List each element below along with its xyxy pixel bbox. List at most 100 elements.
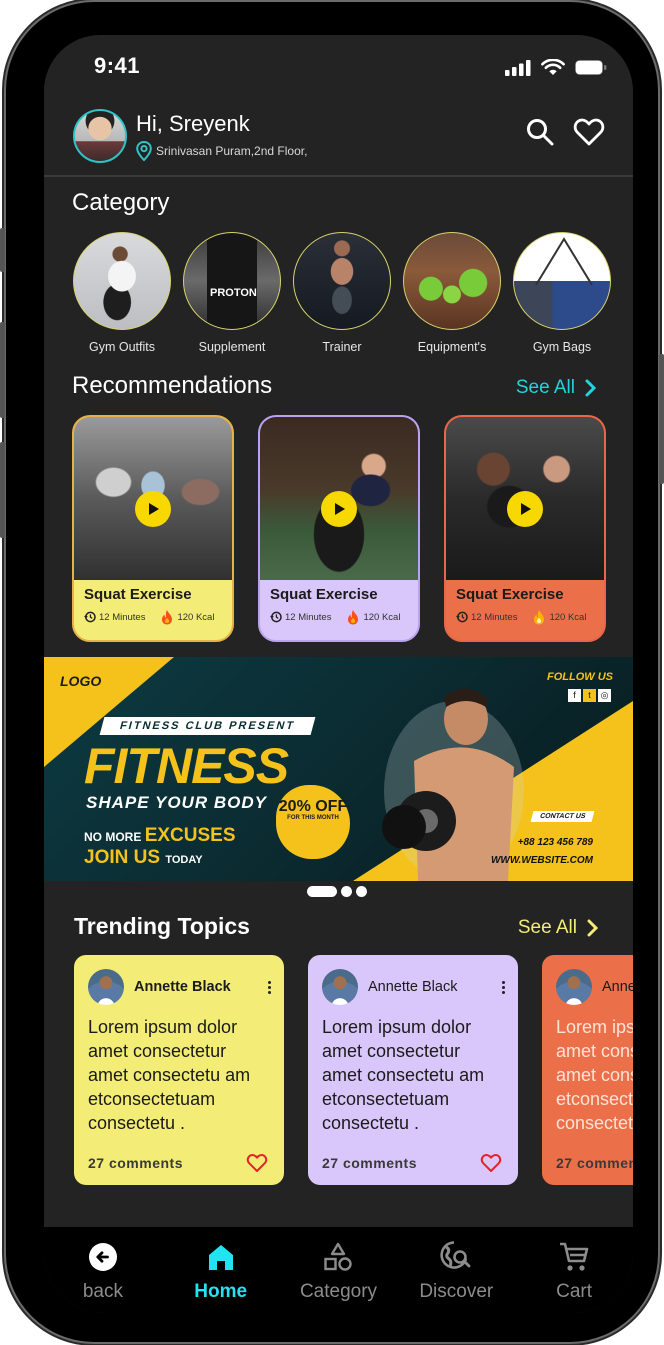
header-actions bbox=[525, 117, 605, 147]
volume-down-button bbox=[0, 442, 5, 538]
location-row[interactable]: Srinivasan Puram,2nd Floor, bbox=[136, 141, 307, 161]
comment-count[interactable]: 27 comments bbox=[322, 1155, 417, 1171]
status-bar: 9:41 bbox=[44, 35, 633, 97]
trending-list: Annette Black Lorem ipsum dolor amet con… bbox=[74, 955, 633, 1185]
category-label: Supplement bbox=[198, 340, 266, 354]
social-links: f t ◎ bbox=[568, 689, 611, 702]
signal-icon bbox=[505, 59, 531, 76]
facebook-icon[interactable]: f bbox=[568, 689, 581, 702]
nav-discover[interactable]: Discover bbox=[397, 1227, 515, 1313]
chevron-right-icon bbox=[585, 379, 597, 397]
phone-frame: 9:41 Hi, Sreyenk Srinivasan Puram,2nd Fl… bbox=[0, 2, 664, 1342]
post-author: Annette Black bbox=[322, 969, 504, 1005]
excuses-text: EXCUSES bbox=[144, 825, 236, 846]
play-button[interactable] bbox=[135, 491, 171, 527]
today-text: TODAY bbox=[165, 854, 203, 866]
recommendation-card[interactable]: Squat Exercise 12 Minutes 120 Kcal bbox=[258, 415, 420, 642]
recommendations-see-all[interactable]: See All bbox=[516, 377, 597, 399]
category-item-supplement[interactable]: PROTON Supplement bbox=[182, 232, 282, 354]
post-body: Lorem ipsum dolor amet consectetur amet … bbox=[88, 1017, 251, 1133]
post-author: Annette Black bbox=[556, 969, 633, 1005]
chevron-right-icon bbox=[587, 919, 599, 937]
nav-category[interactable]: Category bbox=[280, 1227, 398, 1313]
instagram-icon[interactable]: ◎ bbox=[598, 689, 611, 702]
banner-no-more: NO MORE EXCUSES bbox=[84, 825, 236, 847]
shapes-icon bbox=[324, 1242, 353, 1271]
see-all-label: See All bbox=[515, 377, 575, 398]
play-icon bbox=[335, 503, 345, 515]
author-name: Annette Black bbox=[602, 979, 633, 995]
category-label: Gym Outfits bbox=[89, 340, 155, 354]
status-time: 9:41 bbox=[94, 53, 141, 78]
play-button[interactable] bbox=[321, 491, 357, 527]
twitter-icon[interactable]: t bbox=[583, 689, 596, 702]
history-clock-icon bbox=[456, 611, 468, 623]
proton-label: PROTON bbox=[210, 287, 257, 299]
author-avatar bbox=[556, 969, 592, 1005]
nav-label: Category bbox=[299, 1281, 378, 1302]
author-name: Annette Black bbox=[368, 979, 458, 995]
contact-us-label: CONTACT US bbox=[530, 811, 595, 822]
category-label: Gym Bags bbox=[532, 340, 592, 354]
favorites-heart-icon[interactable] bbox=[573, 117, 605, 147]
category-label: Trainer bbox=[322, 340, 362, 354]
home-icon bbox=[208, 1245, 233, 1270]
comment-count[interactable]: 27 comments bbox=[556, 1155, 633, 1171]
more-options-icon[interactable] bbox=[268, 981, 272, 994]
search-icon[interactable] bbox=[525, 117, 555, 147]
like-heart-icon[interactable] bbox=[480, 1153, 502, 1173]
calories-text: 120 Kcal bbox=[549, 611, 587, 623]
app-header: Hi, Sreyenk Srinivasan Puram,2nd Floor, bbox=[44, 105, 633, 177]
category-item-trainer[interactable]: Trainer bbox=[292, 232, 392, 354]
duration-text: 12 Minutes bbox=[99, 611, 146, 623]
discount-subtext: FOR THIS MONTH bbox=[287, 815, 339, 821]
recommendations-title: Recommendations bbox=[72, 372, 273, 399]
cart-icon bbox=[560, 1242, 589, 1271]
category-item-gym-outfits[interactable]: Gym Outfits bbox=[72, 232, 172, 354]
play-button[interactable] bbox=[507, 491, 543, 527]
nav-home[interactable]: Home bbox=[162, 1227, 280, 1313]
more-options-icon[interactable] bbox=[502, 981, 506, 994]
card-title: Squat Exercise bbox=[270, 586, 378, 603]
calories: 120 Kcal bbox=[161, 609, 214, 625]
follow-us-label: FOLLOW US bbox=[547, 671, 613, 683]
post-footer: 27 comments bbox=[322, 1153, 502, 1173]
category-item-gym-bags[interactable]: Gym Bags bbox=[512, 232, 612, 354]
duration: 12 Minutes bbox=[270, 611, 331, 623]
nav-cart[interactable]: Cart bbox=[515, 1227, 633, 1313]
card-title: Squat Exercise bbox=[456, 586, 564, 603]
recommendation-card[interactable]: Squat Exercise 12 Minutes 120 Kcal bbox=[72, 415, 234, 642]
author-avatar bbox=[322, 969, 358, 1005]
category-item-equipment[interactable]: Equipment's bbox=[402, 232, 502, 354]
trending-post-card[interactable]: Annette Black Lorem ipsum dolor amet con… bbox=[542, 955, 633, 1185]
card-info: Squat Exercise 12 Minutes 120 Kcal bbox=[446, 576, 604, 640]
comment-count[interactable]: 27 comments bbox=[88, 1155, 183, 1171]
card-title: Squat Exercise bbox=[84, 586, 192, 603]
nav-label: Discover bbox=[419, 1281, 494, 1302]
like-heart-icon[interactable] bbox=[246, 1153, 268, 1173]
carousel-indicator bbox=[307, 886, 367, 897]
carousel-dot-active[interactable] bbox=[307, 886, 337, 897]
carousel-dot[interactable] bbox=[356, 886, 367, 897]
trending-post-card[interactable]: Annette Black Lorem ipsum dolor amet con… bbox=[74, 955, 284, 1185]
carousel-dot[interactable] bbox=[341, 886, 352, 897]
duration: 12 Minutes bbox=[84, 611, 145, 623]
status-icons bbox=[505, 59, 607, 76]
trending-see-all[interactable]: See All bbox=[518, 917, 599, 939]
promo-banner[interactable]: LOGO FITNESS CLUB PRESENT FITNESS SHAPE … bbox=[44, 657, 633, 881]
trending-post-card[interactable]: Annette Black Lorem ipsum dolor amet con… bbox=[308, 955, 518, 1185]
category-image bbox=[403, 232, 501, 330]
calories-text: 120 Kcal bbox=[177, 611, 215, 623]
app-screen: 9:41 Hi, Sreyenk Srinivasan Puram,2nd Fl… bbox=[44, 35, 633, 1313]
banner-website: WWW.WEBSITE.COM bbox=[490, 855, 593, 866]
bottom-nav: back Home Category Discover Cart bbox=[44, 1227, 633, 1313]
user-avatar[interactable] bbox=[73, 109, 127, 163]
mute-switch bbox=[0, 228, 5, 272]
post-body: Lorem ipsum dolor amet consectetur amet … bbox=[322, 1017, 485, 1133]
nav-label: back bbox=[82, 1281, 123, 1302]
nav-back[interactable]: back bbox=[44, 1227, 162, 1313]
nav-label: Cart bbox=[556, 1281, 593, 1302]
wifi-icon bbox=[541, 59, 565, 75]
banner-headline: FITNESS bbox=[84, 738, 289, 794]
recommendation-card[interactable]: Squat Exercise 12 Minutes 120 Kcal bbox=[444, 415, 606, 642]
